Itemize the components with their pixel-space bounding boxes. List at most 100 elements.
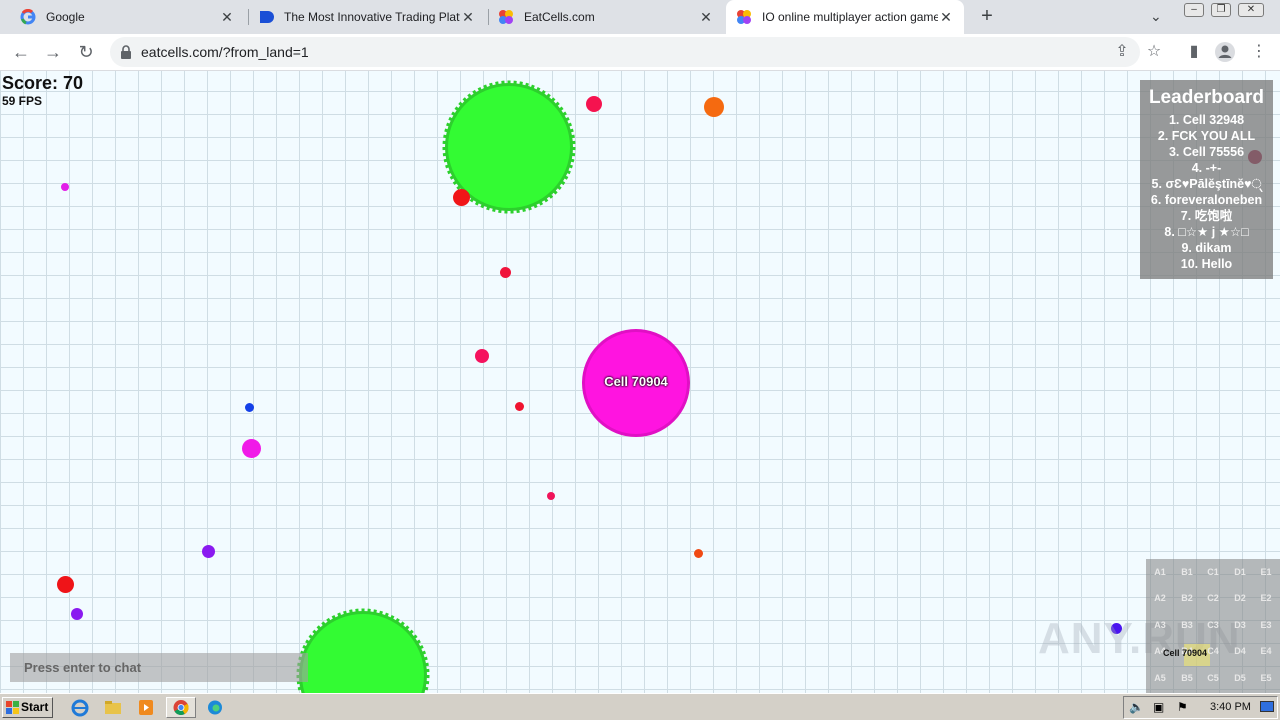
score-display: Score: 70 <box>2 73 84 93</box>
windows-logo-icon <box>6 701 19 714</box>
leaderboard-entry: 2. FCK YOU ALL <box>1157 129 1256 143</box>
tab-title: Google <box>46 10 85 24</box>
minimap-sector: B2 <box>1181 593 1193 603</box>
leaderboard-entry: 6. foreveraloneben <box>1150 193 1263 207</box>
reload-button[interactable]: ↻ <box>75 41 97 63</box>
food-pellet <box>586 96 602 112</box>
close-tab-icon[interactable]: ✕ <box>219 9 235 26</box>
minimap-sector: A2 <box>1154 593 1166 603</box>
side-panel-icon[interactable]: ▮ <box>1183 41 1205 63</box>
url-text: eatcells.com/?from_land=1 <box>141 44 309 60</box>
minimap-sector: D5 <box>1234 673 1246 683</box>
food-pellet <box>500 267 511 278</box>
food-pellet <box>242 439 261 458</box>
media-player-icon[interactable] <box>134 697 158 718</box>
close-tab-icon[interactable]: ✕ <box>938 9 954 26</box>
minimap-sector: B1 <box>1181 567 1193 577</box>
chrome-taskbar-button[interactable] <box>166 697 196 718</box>
flag-icon[interactable]: ⚑ <box>1177 700 1188 714</box>
forward-button[interactable]: → <box>42 41 64 63</box>
tab-title: IO online multiplayer action game. Si <box>762 10 938 24</box>
edge-icon[interactable] <box>203 697 227 718</box>
leaderboard-entry: 3. Cell 75556 <box>1168 145 1245 159</box>
minimap-sector: A3 <box>1154 620 1166 630</box>
close-tab-icon[interactable]: ✕ <box>460 9 476 26</box>
minimap-sector: E4 <box>1260 646 1272 656</box>
restore-button[interactable]: ❐ <box>1211 3 1231 17</box>
minimap-sector: E5 <box>1260 673 1272 683</box>
system-tray: 🔈 ▣ ⚑ 3:40 PM <box>1123 696 1278 719</box>
leaderboard-entry: 1. Cell 32948 <box>1168 113 1245 127</box>
leaderboard-entry: 10. Hello <box>1180 257 1233 271</box>
chrome-menu-icon[interactable]: ⋮ <box>1248 41 1270 63</box>
close-tab-icon[interactable]: ✕ <box>698 9 714 26</box>
tab-google[interactable]: Google ✕ <box>10 0 245 34</box>
leaderboard-entry: 5. σƐ♥Pālĕştīnĕ♥્ <box>1151 177 1262 191</box>
food-pellet <box>61 183 69 191</box>
leaderboard-entry: 8. □☆★ j ★☆□ <box>1164 225 1249 239</box>
food-pellet <box>694 549 703 558</box>
food-pellet <box>453 189 470 206</box>
tab-title: The Most Innovative Trading Platform <box>284 10 460 24</box>
trading-icon <box>260 11 274 23</box>
close-window-button[interactable]: ✕ <box>1238 3 1264 17</box>
minimap-sector: E2 <box>1260 593 1272 603</box>
leaderboard-title: Leaderboard <box>1148 87 1265 108</box>
food-pellet <box>245 403 254 412</box>
game-canvas[interactable]: Score: 70 59 FPS Cell 70904 Leaderboard … <box>0 71 1280 693</box>
tab-title: EatCells.com <box>524 10 595 24</box>
chrome-icon <box>173 700 189 716</box>
start-button[interactable]: Start <box>2 697 53 718</box>
clock: 3:40 PM <box>1210 701 1251 713</box>
minimap-sector: D4 <box>1234 646 1246 656</box>
food-pellet <box>704 97 724 117</box>
food-pellet <box>202 545 215 558</box>
minimap-sector: D3 <box>1234 620 1246 630</box>
player-name-label: Cell 70904 <box>604 374 668 389</box>
file-explorer-icon[interactable] <box>101 697 125 718</box>
player-cell: Cell 70904 <box>582 329 690 437</box>
minimap-sector: C2 <box>1207 593 1219 603</box>
minimap-sector: A5 <box>1154 673 1166 683</box>
tab-io-game-active[interactable]: IO online multiplayer action game. Si ✕ <box>726 0 964 34</box>
leaderboard-panel: Leaderboard 1. Cell 32948 2. FCK YOU ALL… <box>1140 80 1273 279</box>
leaderboard-entry: 9. dikam <box>1181 241 1232 255</box>
minimap-sector: E3 <box>1260 620 1272 630</box>
minimap-sector: A1 <box>1154 567 1166 577</box>
start-label: Start <box>21 700 49 714</box>
new-tab-button[interactable]: + <box>976 5 998 27</box>
eatcells-icon <box>737 10 751 24</box>
taskbar: Start 🔈 ▣ ⚑ 3:40 PM <box>0 693 1280 720</box>
tab-eatcells[interactable]: EatCells.com ✕ <box>488 0 724 34</box>
minimap-sector: B5 <box>1181 673 1193 683</box>
internet-explorer-icon[interactable] <box>68 697 92 718</box>
back-button[interactable]: ← <box>10 41 32 63</box>
volume-icon[interactable]: 🔈 <box>1129 700 1144 714</box>
minimap: A1 B1 C1 D1 E1 A2 B2 C2 D2 E2 A3 B3 C3 D… <box>1146 559 1280 693</box>
minimap-sector: B3 <box>1181 620 1193 630</box>
minimize-button[interactable]: – <box>1184 3 1204 17</box>
profile-avatar-icon[interactable] <box>1214 41 1236 63</box>
network-icon[interactable]: ▣ <box>1153 700 1164 714</box>
food-pellet <box>547 492 555 500</box>
address-bar[interactable]: eatcells.com/?from_land=1 <box>110 37 1140 67</box>
tab-trading-platform[interactable]: The Most Innovative Trading Platform ✕ <box>248 0 486 34</box>
food-pellet <box>57 576 74 593</box>
lock-icon[interactable] <box>120 44 132 60</box>
show-desktop-icon[interactable] <box>1260 701 1274 712</box>
share-icon[interactable]: ⇪ <box>1111 41 1133 63</box>
chat-input[interactable]: Press enter to chat <box>10 653 308 682</box>
minimap-sector: C1 <box>1207 567 1219 577</box>
food-pellet <box>475 349 489 363</box>
minimap-sector: C5 <box>1207 673 1219 683</box>
minimap-sector: D1 <box>1234 567 1246 577</box>
minimap-sector: E1 <box>1260 567 1272 577</box>
virus-cell <box>296 608 430 693</box>
bookmark-star-icon[interactable]: ☆ <box>1143 41 1165 63</box>
eatcells-icon <box>499 10 513 24</box>
browser-toolbar: ← → ↻ eatcells.com/?from_land=1 ⇪ ☆ ▮ ⋮ <box>0 34 1280 71</box>
minimap-sector: C3 <box>1207 620 1219 630</box>
tab-search-chevron-icon[interactable]: ⌄ <box>1150 8 1162 25</box>
tab-strip: Google ✕ The Most Innovative Trading Pla… <box>0 0 1280 34</box>
fps-display: 59 FPS <box>2 94 43 108</box>
